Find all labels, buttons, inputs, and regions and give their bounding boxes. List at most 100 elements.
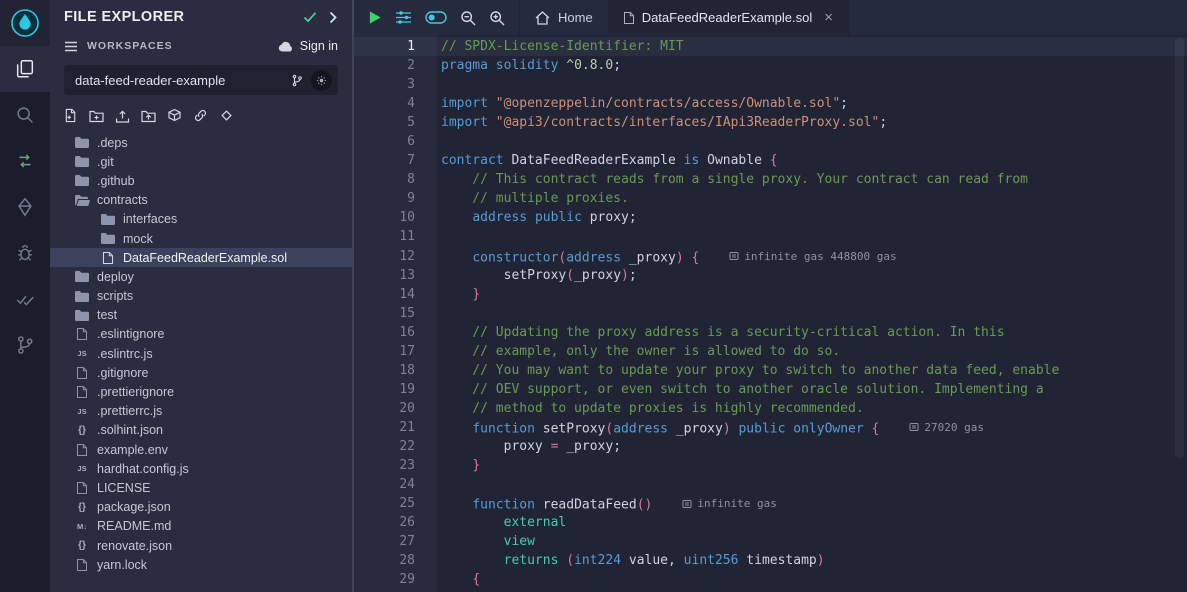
folder-icon — [74, 310, 90, 321]
tree-folder-row[interactable]: interfaces — [50, 210, 352, 229]
sidebar-item-unit-testing[interactable] — [0, 276, 50, 322]
sign-in-button[interactable]: Sign in — [278, 39, 338, 53]
zoom-out-button[interactable] — [460, 10, 476, 26]
tree-file-row[interactable]: yarn.lock — [50, 555, 352, 574]
tree-file-row[interactable]: .eslintignore — [50, 325, 352, 344]
tree-file-row[interactable]: .gitignore — [50, 363, 352, 382]
code-line[interactable]: 8 // This contract reads from a single p… — [354, 170, 1187, 189]
tree-folder-row[interactable]: .github — [50, 171, 352, 190]
remix-logo[interactable] — [0, 0, 50, 46]
tree-folder-row[interactable]: mock — [50, 229, 352, 248]
tree-folder-row[interactable]: test — [50, 306, 352, 325]
zoom-in-button[interactable] — [489, 10, 505, 26]
tree-folder-row[interactable]: .deps — [50, 133, 352, 152]
tree-file-row[interactable]: DataFeedReaderExample.sol — [50, 248, 352, 267]
line-content: } — [437, 285, 480, 304]
code-line[interactable]: 25 function readDataFeed()infinite gas — [354, 494, 1187, 513]
tree-file-row[interactable]: JShardhat.config.js — [50, 459, 352, 478]
check-icon[interactable] — [303, 11, 317, 23]
code-line[interactable]: 24 — [354, 475, 1187, 494]
code-line[interactable]: 9 // multiple proxies. — [354, 189, 1187, 208]
code-line[interactable]: 23 } — [354, 456, 1187, 475]
line-number: 17 — [354, 342, 437, 361]
tab-home[interactable]: Home — [519, 0, 609, 35]
chevron-right-icon[interactable] — [329, 11, 338, 24]
tree-file-row[interactable]: JS.prettierrc.js — [50, 402, 352, 421]
import-ipfs-cube-icon[interactable] — [167, 108, 182, 123]
tree-file-row[interactable]: {}package.json — [50, 498, 352, 517]
line-content: // You may want to update your proxy to … — [437, 361, 1059, 380]
code-line[interactable]: 3 — [354, 75, 1187, 94]
gas-estimate-widget: infinite gas 448800 gas — [729, 247, 896, 266]
code-line[interactable]: 16 // Updating the proxy address is a se… — [354, 323, 1187, 342]
tree-item-label: interfaces — [123, 212, 177, 226]
editor-scrollbar-thumb[interactable] — [1175, 38, 1184, 458]
code-line[interactable]: 13 setProxy(_proxy); — [354, 266, 1187, 285]
upload-folder-icon[interactable] — [141, 109, 156, 123]
gas-estimate-widget: 27020 gas — [909, 418, 984, 437]
code-line[interactable]: 27 view — [354, 532, 1187, 551]
code-line[interactable]: 14 } — [354, 285, 1187, 304]
tab-datafeedreaderexample-sol[interactable]: DataFeedReaderExample.sol × — [609, 0, 849, 35]
markdown-file-icon: M↓ — [74, 522, 90, 531]
code-line[interactable]: 12 constructor(address _proxy) {infinite… — [354, 247, 1187, 266]
ethereum-deploy-icon — [14, 196, 36, 218]
tree-file-row[interactable]: M↓ README.md — [50, 517, 352, 536]
upload-file-icon[interactable] — [115, 109, 130, 123]
sidebar-item-git[interactable] — [0, 322, 50, 368]
tree-item-label: test — [97, 308, 117, 322]
tree-folder-row[interactable]: deploy — [50, 267, 352, 286]
new-file-icon[interactable] — [64, 108, 78, 123]
tab-close-icon[interactable]: × — [824, 10, 833, 25]
publish-diamond-icon[interactable] — [219, 108, 234, 123]
code-line[interactable]: 15 — [354, 304, 1187, 323]
run-script-button[interactable] — [368, 10, 382, 25]
tree-folder-row[interactable]: .git — [50, 152, 352, 171]
tree-file-row[interactable]: example.env — [50, 440, 352, 459]
line-number: 16 — [354, 323, 437, 342]
line-content — [437, 304, 441, 323]
code-line[interactable]: 4import "@openzeppelin/contracts/access/… — [354, 94, 1187, 113]
code-line[interactable]: 6 — [354, 132, 1187, 151]
code-line[interactable]: 7contract DataFeedReaderExample is Ownab… — [354, 151, 1187, 170]
git-branch-icon[interactable] — [291, 74, 303, 87]
tree-file-row[interactable]: JS.eslintrc.js — [50, 344, 352, 363]
hamburger-icon[interactable] — [64, 41, 78, 52]
code-editor[interactable]: 1// SPDX-License-Identifier: MIT2pragma … — [354, 35, 1187, 592]
code-line[interactable]: 17 // example, only the owner is allowed… — [354, 342, 1187, 361]
code-line[interactable]: 10 address public proxy; — [354, 208, 1187, 227]
code-line[interactable]: 20 // method to update proxies is highly… — [354, 399, 1187, 418]
sidebar-item-debugger[interactable] — [0, 230, 50, 276]
tree-folder-row[interactable]: contracts — [50, 191, 352, 210]
code-line[interactable]: 18 // You may want to update your proxy … — [354, 361, 1187, 380]
workspace-options-button[interactable] — [311, 70, 332, 91]
workspace-select[interactable]: data-feed-reader-example — [64, 65, 338, 95]
tree-file-row[interactable]: {}renovate.json — [50, 536, 352, 555]
sidebar-item-deploy-and-run[interactable] — [0, 184, 50, 230]
tree-file-row[interactable]: .prettierignore — [50, 382, 352, 401]
code-line[interactable]: 19 // OEV support, or even switch to ano… — [354, 380, 1187, 399]
code-line[interactable]: 11 — [354, 227, 1187, 246]
sidebar-item-file-explorer[interactable] — [0, 46, 50, 92]
line-number: 25 — [354, 494, 437, 513]
import-url-link-icon[interactable] — [193, 108, 208, 123]
code-line[interactable]: 21 function setProxy(address _proxy) pub… — [354, 418, 1187, 437]
code-line[interactable]: 2pragma solidity ^0.8.0; — [354, 56, 1187, 75]
code-line[interactable]: 29 { — [354, 570, 1187, 589]
tree-item-label: README.md — [97, 519, 171, 533]
toggle-widgets-icon[interactable] — [425, 11, 447, 24]
script-config-icon[interactable] — [395, 10, 412, 25]
code-line[interactable]: 1// SPDX-License-Identifier: MIT — [354, 37, 1187, 56]
tree-folder-row[interactable]: scripts — [50, 287, 352, 306]
sign-in-label: Sign in — [300, 39, 338, 53]
code-line[interactable]: 5import "@api3/contracts/interfaces/IApi… — [354, 113, 1187, 132]
code-line[interactable]: 22 proxy = _proxy; — [354, 437, 1187, 456]
code-line[interactable]: 26 external — [354, 513, 1187, 532]
code-line[interactable]: 28 returns (int224 value, uint256 timest… — [354, 551, 1187, 570]
new-folder-icon[interactable] — [89, 109, 104, 123]
tree-file-row[interactable]: LICENSE — [50, 478, 352, 497]
tree-file-row[interactable]: {}.solhint.json — [50, 421, 352, 440]
tree-item-label: .git — [97, 155, 114, 169]
sidebar-item-search[interactable] — [0, 92, 50, 138]
sidebar-item-solidity-compiler[interactable] — [0, 138, 50, 184]
